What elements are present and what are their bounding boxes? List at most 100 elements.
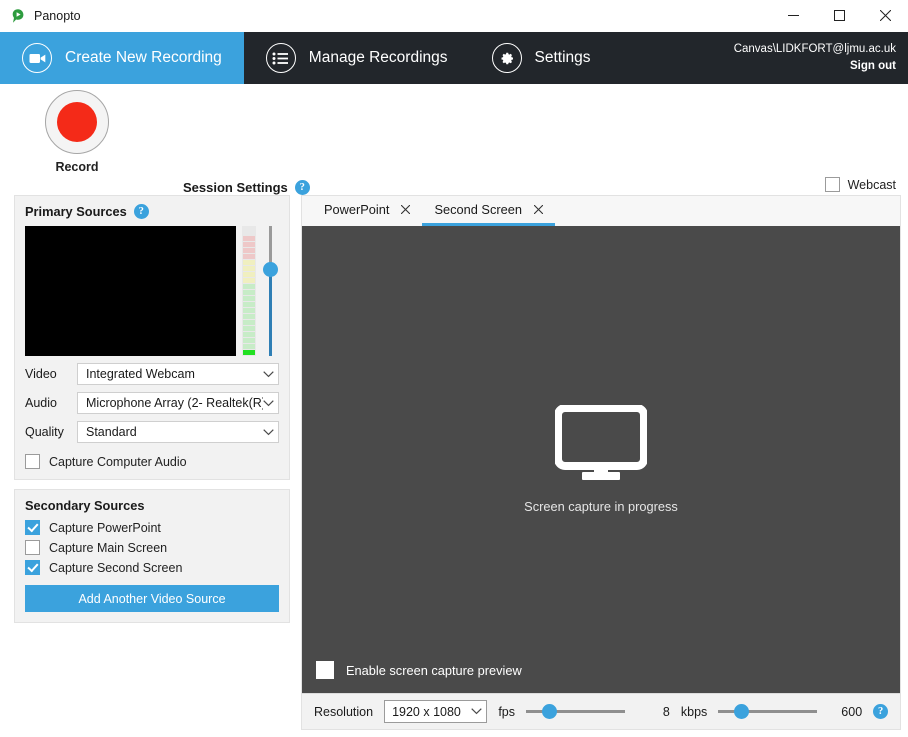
account-info: Canvas\LIDKFORT@ljmu.ac.uk Sign out xyxy=(734,32,908,84)
window-controls xyxy=(770,0,908,32)
sign-out-link[interactable]: Sign out xyxy=(850,58,896,75)
audio-source-select[interactable]: Microphone Array (2- Realtek(R) A xyxy=(77,392,279,414)
main-navigation: Create New Recording Manage Recordings S… xyxy=(0,32,908,84)
close-icon[interactable] xyxy=(534,202,543,217)
capture-main-screen-label: Capture Main Screen xyxy=(49,541,167,555)
capture-computer-audio-label: Capture Computer Audio xyxy=(49,455,187,469)
video-label: Video xyxy=(25,367,77,381)
slider-handle[interactable] xyxy=(263,262,278,277)
gear-icon xyxy=(492,43,522,73)
enable-preview-label: Enable screen capture preview xyxy=(346,663,522,678)
capture-second-screen-row[interactable]: Capture Second Screen xyxy=(25,560,279,575)
list-icon xyxy=(266,43,296,73)
nav-tab-manage-recordings[interactable]: Manage Recordings xyxy=(244,32,470,84)
audio-source-value: Microphone Array (2- Realtek(R) A xyxy=(86,396,263,410)
quality-value: Standard xyxy=(86,425,263,439)
capture-computer-audio-checkbox[interactable] xyxy=(25,454,40,469)
session-settings-title: Session Settings ? xyxy=(183,180,310,195)
capture-stage: Screen capture in progress Enable screen… xyxy=(302,226,900,693)
slider-track xyxy=(526,710,625,713)
nav-tab-label: Settings xyxy=(535,49,591,67)
primary-sources-label: Primary Sources xyxy=(25,204,127,219)
tab-label: Second Screen xyxy=(434,202,522,217)
capture-powerpoint-checkbox[interactable] xyxy=(25,520,40,535)
webcast-option[interactable]: Webcast xyxy=(825,177,896,192)
monitor-icon xyxy=(555,405,647,483)
quality-select[interactable]: Standard xyxy=(77,421,279,443)
tab-label: PowerPoint xyxy=(324,202,389,217)
capture-computer-audio-row[interactable]: Capture Computer Audio xyxy=(25,454,279,469)
window-titlebar: Panopto xyxy=(0,0,908,32)
camera-preview xyxy=(25,226,236,356)
nav-tab-create-new-recording[interactable]: Create New Recording xyxy=(0,32,244,84)
capture-second-screen-label: Capture Second Screen xyxy=(49,561,182,575)
resolution-value: 1920 x 1080 xyxy=(392,705,471,719)
slider-handle[interactable] xyxy=(542,704,557,719)
record-button-group[interactable]: Record xyxy=(22,90,132,174)
secondary-sources-panel: Secondary Sources Capture PowerPoint Cap… xyxy=(14,489,290,623)
quality-label: Quality xyxy=(25,425,77,439)
stage-status-text: Screen capture in progress xyxy=(524,499,678,514)
help-icon[interactable]: ? xyxy=(134,204,149,219)
video-source-select[interactable]: Integrated Webcam xyxy=(77,363,279,385)
chevron-down-icon xyxy=(263,429,274,436)
minimize-button[interactable] xyxy=(770,0,816,32)
panopto-logo-icon xyxy=(10,8,26,24)
nav-tab-label: Manage Recordings xyxy=(309,49,448,67)
close-icon[interactable] xyxy=(401,202,410,217)
capture-main-screen-row[interactable]: Capture Main Screen xyxy=(25,540,279,555)
capture-preview-column: PowerPoint Second Screen Screen xyxy=(301,195,901,730)
enable-preview-row[interactable]: Enable screen capture preview xyxy=(316,661,522,679)
sources-column: Primary Sources ? xyxy=(14,195,290,737)
capture-powerpoint-row[interactable]: Capture PowerPoint xyxy=(25,520,279,535)
video-source-row: Video Integrated Webcam xyxy=(25,363,279,385)
record-label: Record xyxy=(55,160,98,174)
video-camera-icon xyxy=(22,43,52,73)
fps-slider[interactable] xyxy=(526,703,625,721)
window-title: Panopto xyxy=(34,9,81,23)
tab-second-screen[interactable]: Second Screen xyxy=(422,196,555,226)
nav-tab-settings[interactable]: Settings xyxy=(470,32,613,84)
session-settings-label: Session Settings xyxy=(183,180,288,195)
tab-powerpoint[interactable]: PowerPoint xyxy=(312,196,422,226)
help-icon[interactable]: ? xyxy=(873,704,888,719)
main-content: Primary Sources ? xyxy=(0,195,908,737)
slider-track xyxy=(718,710,817,713)
slider-handle[interactable] xyxy=(734,704,749,719)
primary-sources-title: Primary Sources ? xyxy=(25,204,279,219)
capture-main-screen-checkbox[interactable] xyxy=(25,540,40,555)
secondary-sources-title: Secondary Sources xyxy=(25,498,279,513)
record-dot-icon xyxy=(57,102,97,142)
help-icon[interactable]: ? xyxy=(295,180,310,195)
account-name: Canvas\LIDKFORT@ljmu.ac.uk xyxy=(734,41,896,58)
video-source-value: Integrated Webcam xyxy=(86,367,263,381)
capture-second-screen-checkbox[interactable] xyxy=(25,560,40,575)
add-another-video-source-button[interactable]: Add Another Video Source xyxy=(25,585,279,612)
enable-preview-checkbox[interactable] xyxy=(316,661,334,679)
maximize-button[interactable] xyxy=(816,0,862,32)
capture-powerpoint-label: Capture PowerPoint xyxy=(49,521,161,535)
add-video-source-label: Add Another Video Source xyxy=(78,592,225,606)
resolution-select[interactable]: 1920 x 1080 xyxy=(384,700,487,723)
audio-gain-slider[interactable] xyxy=(262,226,279,356)
audio-label: Audio xyxy=(25,396,77,410)
kbps-value: 600 xyxy=(828,705,862,719)
chevron-down-icon xyxy=(263,400,274,407)
webcast-checkbox[interactable] xyxy=(825,177,840,192)
audio-source-row: Audio Microphone Array (2- Realtek(R) A xyxy=(25,392,279,414)
chevron-down-icon xyxy=(471,708,482,715)
kbps-label: kbps xyxy=(681,705,707,719)
record-button[interactable] xyxy=(45,90,109,154)
primary-sources-panel: Primary Sources ? xyxy=(14,195,290,480)
fps-label: fps xyxy=(498,705,515,719)
capture-settings-bar: Resolution 1920 x 1080 fps 8 kbps 600 ? xyxy=(302,693,900,729)
kbps-slider[interactable] xyxy=(718,703,817,721)
resolution-label: Resolution xyxy=(314,705,373,719)
chevron-down-icon xyxy=(263,371,274,378)
close-button[interactable] xyxy=(862,0,908,32)
audio-level-meter xyxy=(242,226,256,356)
fps-value: 8 xyxy=(636,705,670,719)
nav-tab-label: Create New Recording xyxy=(65,49,222,67)
source-tabbar: PowerPoint Second Screen xyxy=(302,196,900,226)
session-settings-area: Record Session Settings ? Webcast Folder… xyxy=(0,84,908,180)
